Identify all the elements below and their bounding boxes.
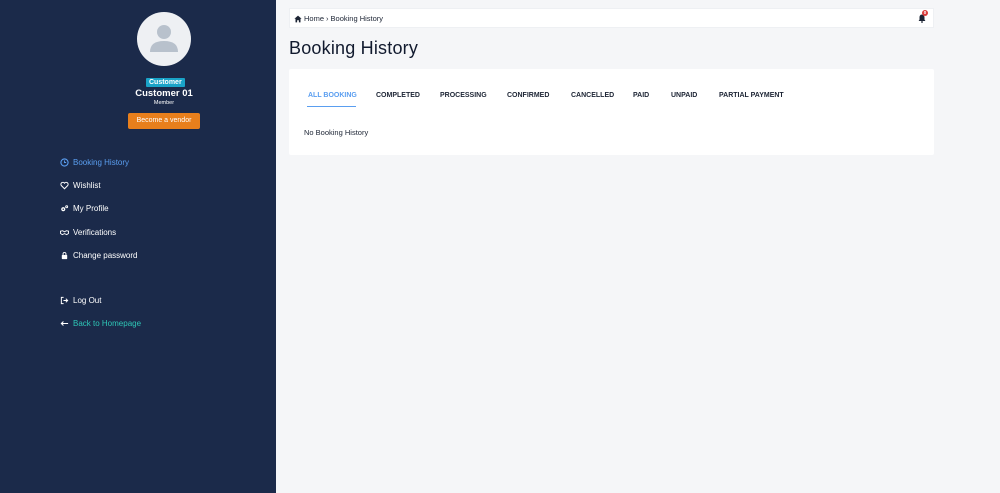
sidebar-item-label: Wishlist [73,180,101,190]
become-vendor-button[interactable]: Become a vendor [128,113,200,129]
breadcrumb-home-link[interactable]: Home [304,14,324,23]
sidebar-item-booking-history[interactable]: Booking History [59,155,129,169]
heart-icon [59,180,69,190]
handshake-icon [59,227,69,237]
back-to-homepage-link[interactable]: Back to Homepage [59,316,141,330]
role-badge: Customer [146,78,185,87]
tab-paid[interactable]: PAID [633,92,649,102]
breadcrumb-current: Booking History [330,14,384,23]
sign-out-icon [59,295,69,305]
notifications-button[interactable]: 0 [918,10,928,23]
clock-icon [59,157,69,167]
sidebar-item-change-password[interactable]: Change password [59,248,137,262]
tab-completed[interactable]: COMPLETED [376,92,420,102]
sidebar-item-logout[interactable]: Log Out [59,293,101,307]
sidebar-item-wishlist[interactable]: Wishlist [59,178,101,192]
sidebar-item-label: Change password [73,250,138,260]
user-silhouette-icon [150,25,178,52]
user-name: Customer 01 [135,88,193,99]
breadcrumb: Home › Booking History [294,13,383,24]
sidebar: Customer Customer 01 Member Become a ven… [0,0,276,493]
member-type: Member [153,100,175,106]
tab-all-booking[interactable]: ALL BOOKING [308,92,357,102]
home-icon[interactable] [294,15,302,23]
booking-panel: ALL BOOKING COMPLETED PROCESSING CONFIRM… [289,69,934,155]
tab-processing[interactable]: PROCESSING [440,92,487,102]
arrow-left-icon [59,318,69,328]
back-to-homepage-label: Back to Homepage [73,318,142,328]
top-bar: Home › Booking History 0 [289,8,934,28]
lock-icon [59,250,69,260]
sidebar-item-label: My Profile [73,203,109,213]
sidebar-item-label: Booking History [73,157,130,167]
breadcrumb-separator: › [326,14,329,23]
page-title: Booking History [289,38,419,58]
active-tab-indicator [307,106,356,107]
empty-state-message: No Booking History [304,128,369,137]
avatar[interactable] [137,12,191,66]
sidebar-item-label: Verifications [73,227,117,237]
tab-partial-payment[interactable]: PARTIAL PAYMENT [719,92,784,102]
sidebar-item-verifications[interactable]: Verifications [59,225,116,239]
sidebar-item-my-profile[interactable]: My Profile [59,201,109,215]
tab-unpaid[interactable]: UNPAID [671,92,697,102]
notification-count-badge: 0 [922,10,928,16]
sidebar-item-label: Log Out [73,295,102,305]
gears-icon [59,203,69,213]
tab-confirmed[interactable]: CONFIRMED [507,92,549,102]
tab-cancelled[interactable]: CANCELLED [571,92,614,102]
